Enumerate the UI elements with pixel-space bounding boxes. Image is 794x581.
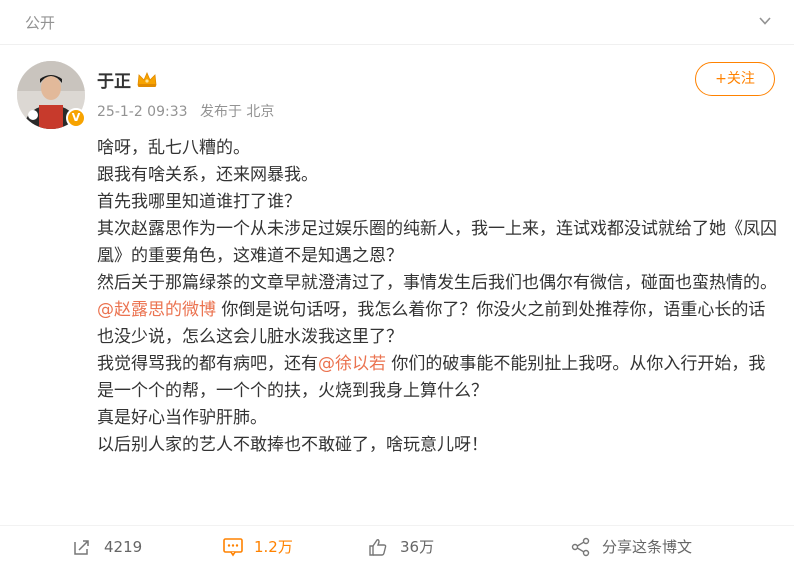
mention-link[interactable]: @徐以若 bbox=[318, 354, 386, 374]
post-source: 发布于 北京 bbox=[199, 104, 275, 120]
mention-link[interactable]: @赵露思的微博 bbox=[97, 300, 216, 320]
post-content: 啥呀，乱七八糟的。 跟我有啥关系，还来网暴我。 首先我哪里知道谁打了谁？ 其次赵… bbox=[97, 135, 782, 459]
post-line: 首先我哪里知道谁打了谁？ bbox=[97, 192, 301, 212]
post-line: 我觉得骂我的都有病吧，还有@徐以若 你们的破事能不能别扯上我呀。从你入行开始，我… bbox=[97, 351, 782, 405]
chevron-down-icon[interactable] bbox=[758, 14, 772, 28]
share-arrow-icon bbox=[74, 540, 89, 555]
comment-icon bbox=[223, 538, 243, 557]
crown-icon bbox=[137, 71, 157, 87]
post-line: 跟我有啥关系，还来网暴我。 bbox=[97, 165, 318, 185]
comment-count: 1.2万 bbox=[254, 538, 293, 556]
post-line: 以后别人家的艺人不敢捧也不敢碰了，啥玩意儿呀！ bbox=[97, 435, 488, 455]
repost-count: 4219 bbox=[104, 538, 143, 556]
visibility-label: 公开 bbox=[25, 14, 56, 32]
share-nodes-icon bbox=[571, 537, 590, 557]
post-timestamp[interactable]: 25-1-2 09:33 bbox=[97, 104, 188, 120]
thumbs-up-icon bbox=[369, 539, 387, 556]
post-line: 其次赵露思作为一个从未涉足过娱乐圈的纯新人，我一上来，连试戏都没试就给了她《凤囚… bbox=[97, 219, 777, 266]
post-line-text: 我觉得骂我的都有病吧，还有 bbox=[97, 354, 318, 374]
post-line: @赵露思的微博 你倒是说句话呀，我怎么着你了？你没火之前到处推荐你，语重心长的话… bbox=[97, 297, 782, 351]
post-line: 然后关于那篇绿茶的文章早就澄清过了，事情发生后我们也偶尔有微信，碰面也蛮热情的。 bbox=[97, 273, 777, 293]
post-line: 真是好心当作驴肝肺。 bbox=[97, 408, 267, 428]
share-label: 分享这条博文 bbox=[602, 538, 693, 556]
like-count: 36万 bbox=[400, 538, 435, 556]
action-bar: 4219 1.2万 36万 分享这条博文 bbox=[0, 525, 794, 566]
post-line: 啥呀，乱七八糟的。 bbox=[97, 138, 250, 158]
post-header-bar: 公开 bbox=[0, 0, 794, 45]
post-meta: 25-1-2 09:33 发布于 北京 bbox=[97, 101, 282, 121]
verified-badge: V bbox=[66, 108, 86, 128]
author-name[interactable]: 于正 bbox=[97, 67, 131, 92]
follow-button[interactable]: +关注 bbox=[695, 62, 775, 96]
